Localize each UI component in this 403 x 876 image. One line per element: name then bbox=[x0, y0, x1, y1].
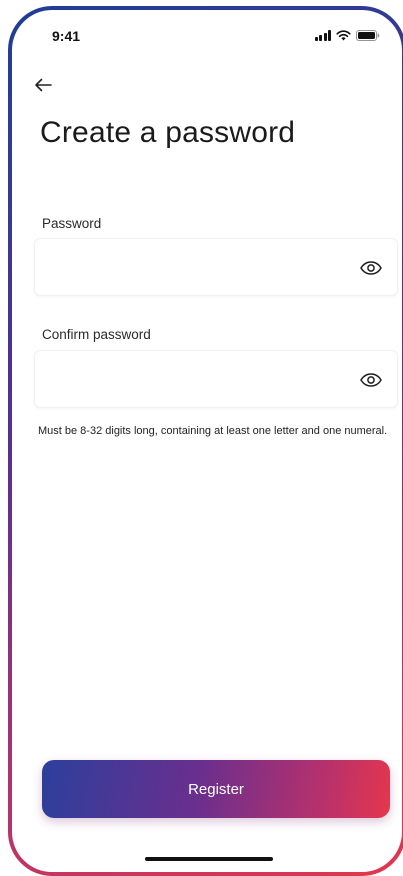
confirm-password-label: Confirm password bbox=[42, 327, 151, 342]
battery-icon bbox=[356, 30, 380, 41]
password-field[interactable] bbox=[34, 238, 398, 296]
page-title: Create a password bbox=[40, 116, 296, 149]
device-frame: 9:41 Create a password Password Confirm … bbox=[8, 6, 403, 876]
password-input[interactable] bbox=[47, 239, 347, 295]
confirm-password-input[interactable] bbox=[47, 351, 347, 407]
password-label: Password bbox=[42, 216, 102, 231]
status-time: 9:41 bbox=[52, 28, 81, 44]
back-button[interactable] bbox=[34, 72, 64, 98]
app-screen: 9:41 Create a password Password Confirm … bbox=[12, 10, 402, 872]
password-hint: Must be 8-32 digits long, containing at … bbox=[38, 425, 388, 437]
home-indicator bbox=[145, 857, 273, 861]
arrow-left-icon bbox=[35, 78, 52, 92]
confirm-password-field[interactable] bbox=[34, 350, 398, 408]
status-icons bbox=[314, 30, 381, 41]
signal-icon bbox=[314, 30, 331, 41]
eye-icon bbox=[360, 261, 382, 275]
status-bar: 9:41 bbox=[12, 10, 402, 58]
wifi-icon bbox=[336, 30, 351, 41]
confirm-password-visibility-toggle[interactable] bbox=[359, 368, 383, 392]
password-visibility-toggle[interactable] bbox=[359, 256, 383, 280]
eye-icon bbox=[360, 373, 382, 387]
register-button[interactable]: Register bbox=[42, 760, 390, 818]
